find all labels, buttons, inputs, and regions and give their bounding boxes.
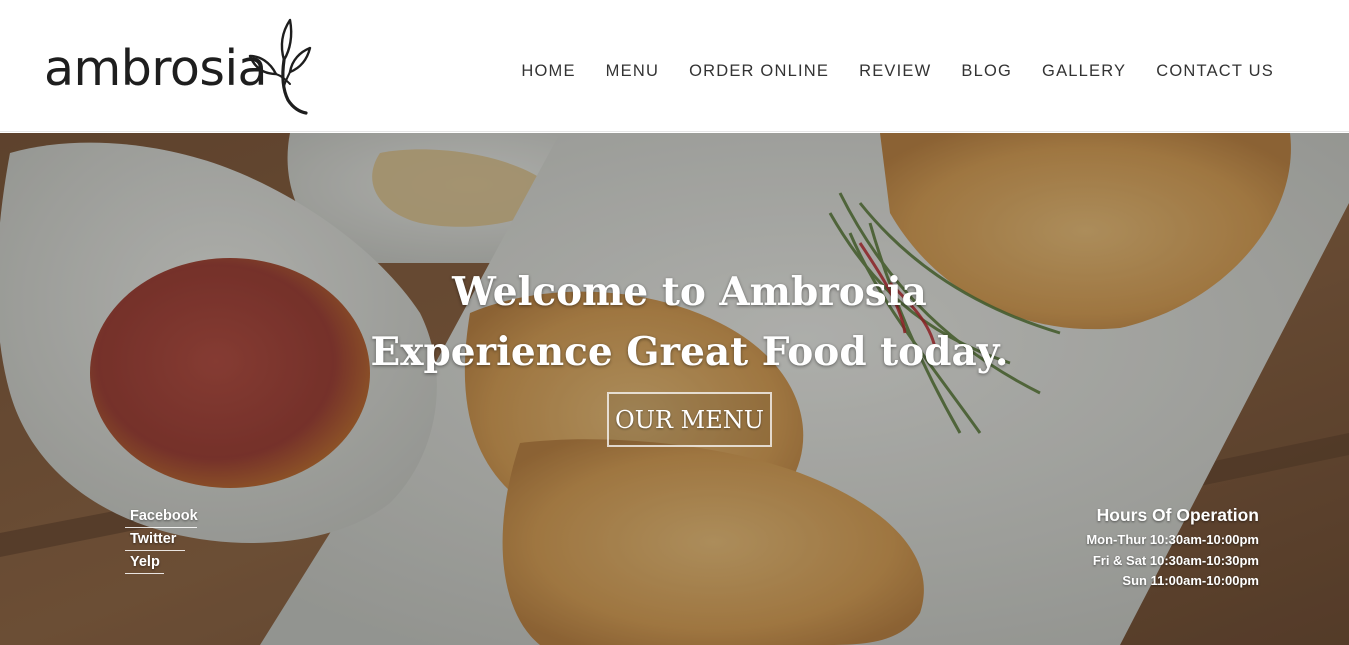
hero-headline: Welcome to Ambrosia: [452, 269, 927, 315]
site-header: ambrosia HOME MENU ORDER ONLINE REVIEW B…: [0, 0, 1349, 132]
our-menu-button[interactable]: OUR MENU: [607, 392, 772, 447]
nav-home[interactable]: HOME: [521, 60, 575, 82]
nav-menu[interactable]: MENU: [606, 60, 659, 82]
leaf-logo-icon: [248, 18, 312, 115]
nav-blog[interactable]: BLOG: [961, 60, 1012, 82]
nav-gallery[interactable]: GALLERY: [1042, 60, 1126, 82]
nav-contact-us[interactable]: CONTACT US: [1156, 60, 1274, 82]
hours-sunday: Sun 11:00am-10:00pm: [1122, 573, 1259, 588]
logo-wordmark: ambrosia: [44, 40, 268, 97]
twitter-link[interactable]: Twitter: [125, 528, 185, 551]
yelp-link[interactable]: Yelp: [125, 551, 164, 574]
hero-section: Welcome to Ambrosia Experience Great Foo…: [0, 133, 1349, 645]
hours-of-operation: Hours Of Operation Mon-Thur 10:30am-10:0…: [1086, 505, 1259, 592]
hero-subheadline: Experience Great Food today.: [370, 329, 1009, 375]
nav-review[interactable]: REVIEW: [859, 60, 931, 82]
ambrosia-logo[interactable]: ambrosia: [40, 18, 312, 118]
hours-title: Hours Of Operation: [1096, 505, 1259, 525]
hours-fri-sat: Fri & Sat 10:30am-10:30pm: [1092, 552, 1259, 568]
facebook-link[interactable]: Facebook: [125, 505, 198, 528]
hours-weekday: Mon-Thur 10:30am-10:00pm: [1086, 532, 1259, 547]
nav-order-online[interactable]: ORDER ONLINE: [689, 60, 829, 82]
social-links: Facebook Twitter Yelp: [125, 505, 205, 574]
main-nav: HOME MENU ORDER ONLINE REVIEW BLOG GALLE…: [521, 60, 1274, 82]
